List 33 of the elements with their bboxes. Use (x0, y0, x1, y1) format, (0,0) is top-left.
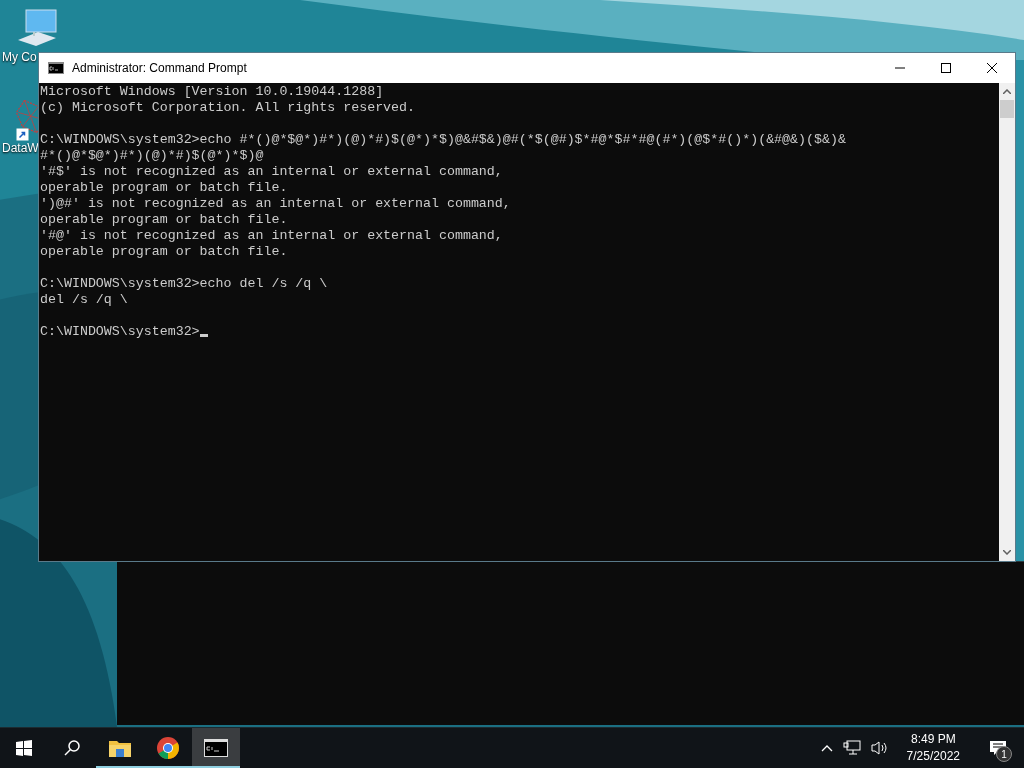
console-line: C:\WINDOWS\system32>echo #*()@*$@*)#*)(@)*#)$(@*)*$)@&#$&)@#(*$(@#)$*#@*$#*#@(#*)(@$*#()*)(&#@&)($&)& (40, 132, 846, 147)
console-line: del /s /q \ (40, 292, 128, 307)
folder-icon (109, 739, 131, 757)
terminal-icon (48, 62, 64, 74)
console-line: operable program or batch file. (40, 180, 288, 195)
console-line: operable program or batch file. (40, 244, 288, 259)
taskbar-button[interactable] (192, 728, 240, 768)
windows-logo-icon (16, 740, 32, 756)
console-line: #*()@*$@*)#*)(@)*#)$(@*)*$)@ (40, 148, 264, 163)
scrollbar-thumb[interactable] (1000, 100, 1014, 118)
console-line: (c) Microsoft Corporation. All rights reserved. (40, 100, 416, 115)
network-icon[interactable] (842, 740, 861, 756)
console-line: operable program or batch file. (40, 212, 288, 227)
command-prompt: C:\WINDOWS\system32> (40, 324, 200, 339)
search-icon (63, 739, 81, 757)
notifications-button[interactable]: 1 (978, 728, 1018, 768)
close-icon (986, 62, 998, 74)
browser-icon (157, 737, 179, 759)
desktop-icon-label[interactable]: My Co (2, 50, 37, 64)
terminal-icon (204, 739, 228, 757)
scrollbar[interactable] (999, 83, 1015, 561)
clock[interactable]: 8:49 PM 7/25/2022 (898, 731, 968, 765)
console-line: Microsoft Windows [Version 10.0.19044.1288] (40, 84, 384, 99)
console-line: '#$' is not recognized as an internal or external command, (40, 164, 503, 179)
notification-count: 1 (996, 746, 1012, 762)
maximize-icon (940, 62, 952, 74)
desktop-icon-label[interactable]: DataW (2, 141, 39, 155)
chevron-up-icon[interactable] (820, 744, 833, 752)
speaker-icon[interactable] (870, 740, 889, 756)
console-line: C:\WINDOWS\system32>echo del /s /q \ (40, 276, 328, 291)
window-title: Administrator: Command Prompt (72, 61, 248, 75)
console-line: '#@' is not recognized as an internal or external command, (40, 228, 503, 243)
console-line: ')@#' is not recognized as an internal or external command, (40, 196, 511, 211)
